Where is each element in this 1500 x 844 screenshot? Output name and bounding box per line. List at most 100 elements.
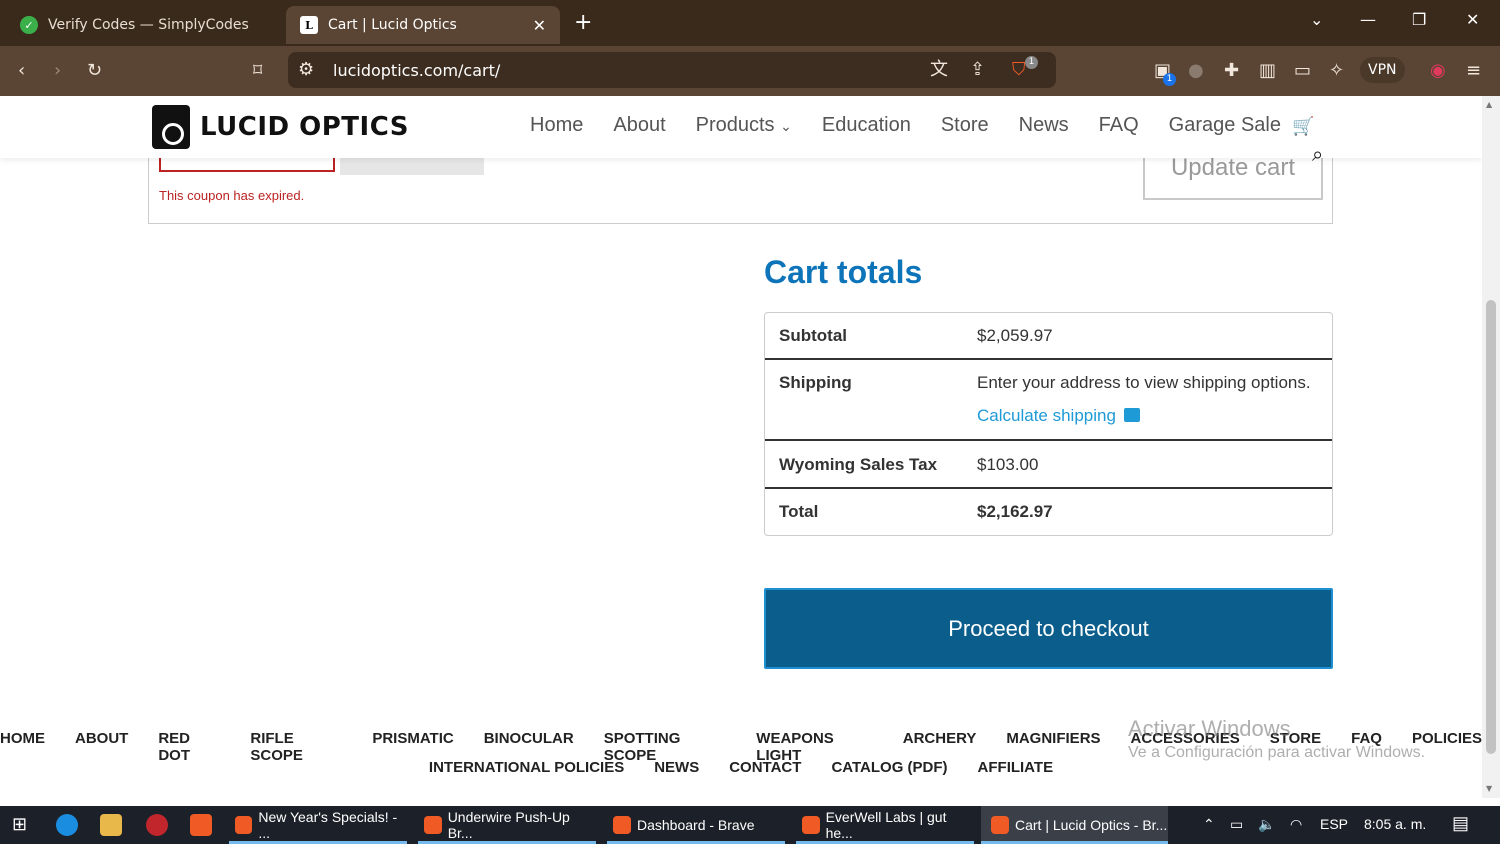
share-icon[interactable]: ⇪ bbox=[970, 58, 985, 82]
total-value: $2,162.97 bbox=[977, 502, 1053, 521]
address-bar[interactable]: ⚙ lucidoptics.com/cart/ 文 ⇪ ⛉ 1 bbox=[288, 52, 1056, 88]
browser-tab-strip: ✓ Verify Codes — SimplyCodes L Cart | Lu… bbox=[0, 0, 1500, 46]
footer-link[interactable]: AFFILIATE bbox=[978, 759, 1054, 776]
coupon-error-message: This coupon has expired. bbox=[159, 188, 305, 203]
subtotal-row: Subtotal $2,059.97 bbox=[765, 313, 1332, 360]
brave-icon bbox=[424, 816, 442, 834]
nav-store[interactable]: Store bbox=[941, 114, 989, 137]
total-row: Total $2,162.97 bbox=[765, 489, 1332, 535]
calculate-shipping-link[interactable]: Calculate shipping bbox=[977, 406, 1140, 426]
shipping-row: Shipping Enter your address to view ship… bbox=[765, 360, 1332, 441]
footer-link[interactable]: NEWS bbox=[654, 759, 699, 776]
lucid-logo-mark-icon bbox=[152, 105, 190, 149]
leo-ai-icon[interactable]: ✧ bbox=[1329, 59, 1344, 83]
taskbar-app-title: New Year's Specials! - ... bbox=[258, 809, 398, 841]
restore-icon[interactable]: ❐ bbox=[1412, 10, 1426, 29]
brave-icon bbox=[802, 816, 820, 834]
file-explorer-icon[interactable] bbox=[100, 814, 122, 836]
taskbar-app[interactable]: New Year's Specials! - ... bbox=[229, 806, 407, 844]
nav-garage-sale[interactable]: Garage Sale bbox=[1169, 114, 1281, 137]
close-tab-icon[interactable]: ✕ bbox=[533, 16, 546, 35]
page-scrollbar[interactable]: ▲ ▼ bbox=[1482, 96, 1500, 798]
truck-icon bbox=[1123, 408, 1140, 422]
nav-home[interactable]: Home bbox=[530, 114, 583, 137]
url-text[interactable]: lucidoptics.com/cart/ bbox=[333, 61, 500, 80]
windows-activation-watermark: Activar Windows Ve a Configuración para … bbox=[1128, 716, 1425, 762]
new-tab-icon[interactable]: + bbox=[574, 10, 592, 35]
cart-totals-heading: Cart totals bbox=[764, 254, 923, 290]
tray-chevron-icon[interactable]: ⌃ bbox=[1203, 816, 1215, 833]
nav-about[interactable]: About bbox=[613, 114, 665, 137]
nav-news[interactable]: News bbox=[1019, 114, 1069, 137]
tax-value: $103.00 bbox=[977, 455, 1039, 474]
tax-row: Wyoming Sales Tax $103.00 bbox=[765, 441, 1332, 489]
main-nav: Home About Products ⌄ Education Store Ne… bbox=[530, 114, 1281, 137]
subtotal-label: Subtotal bbox=[779, 326, 847, 345]
forward-icon[interactable]: › bbox=[54, 59, 61, 83]
taskbar-app-active[interactable]: Cart | Lucid Optics - Br... bbox=[981, 806, 1168, 844]
site-info-icon[interactable]: ⚙ bbox=[298, 58, 314, 82]
calculate-shipping-label: Calculate shipping bbox=[977, 406, 1116, 425]
wallet-icon[interactable]: ▭ bbox=[1294, 59, 1311, 83]
search-icon[interactable]: ⌕ bbox=[1312, 142, 1323, 166]
windows-start-icon[interactable]: ⊞ bbox=[12, 814, 27, 835]
taskbar-app[interactable]: EverWell Labs | gut he... bbox=[796, 806, 974, 844]
minimize-icon[interactable]: — bbox=[1360, 10, 1376, 29]
browser-toolbar: ‹ › ↻ ⌑ ⚙ lucidoptics.com/cart/ 文 ⇪ ⛉ 1 … bbox=[0, 46, 1500, 96]
shipping-label: Shipping bbox=[779, 373, 852, 392]
vpn-button[interactable]: VPN bbox=[1360, 57, 1405, 83]
reload-icon[interactable]: ↻ bbox=[87, 59, 102, 83]
language-indicator[interactable]: ESP bbox=[1320, 816, 1348, 832]
scroll-up-icon[interactable]: ▲ bbox=[1486, 100, 1492, 109]
scroll-down-icon[interactable]: ▼ bbox=[1486, 784, 1492, 793]
site-header: LUCID OPTICS Home About Products ⌄ Educa… bbox=[0, 96, 1482, 166]
taskbar-app[interactable]: Underwire Push-Up Br... bbox=[418, 806, 596, 844]
taskbar-app-title: Dashboard - Brave bbox=[637, 817, 755, 833]
volume-icon[interactable]: 🔈 bbox=[1258, 816, 1275, 833]
shield-count-badge: 1 bbox=[1025, 56, 1038, 69]
cart-totals-table: Subtotal $2,059.97 Shipping Enter your a… bbox=[764, 312, 1333, 536]
simplycodes-favicon-icon: ✓ bbox=[20, 16, 38, 34]
nav-education[interactable]: Education bbox=[822, 114, 911, 137]
translate-icon[interactable]: 文 bbox=[930, 58, 948, 82]
menu-icon[interactable]: ≡ bbox=[1466, 59, 1481, 83]
clock[interactable]: 8:05 a. m. bbox=[1364, 816, 1426, 832]
profile-avatar-icon[interactable]: ◉ bbox=[1430, 59, 1446, 83]
brave-icon bbox=[613, 816, 631, 834]
edge-icon[interactable] bbox=[56, 814, 78, 836]
site-logo[interactable]: LUCID OPTICS bbox=[152, 105, 409, 149]
brave-icon[interactable] bbox=[190, 814, 212, 836]
windows-taskbar: ⊞ New Year's Specials! - ... Underwire P… bbox=[0, 806, 1500, 844]
app-red-icon[interactable] bbox=[146, 814, 168, 836]
total-label: Total bbox=[779, 502, 819, 521]
bookmark-icon[interactable]: ⌑ bbox=[253, 59, 262, 83]
footer-link[interactable]: CONTACT bbox=[729, 759, 801, 776]
brave-icon bbox=[991, 816, 1009, 834]
extensions-puzzle-icon[interactable]: ✚ bbox=[1224, 59, 1239, 83]
back-icon[interactable]: ‹ bbox=[18, 59, 25, 83]
shipping-text: Enter your address to view shipping opti… bbox=[977, 373, 1311, 392]
tab-lucid-cart[interactable]: L Cart | Lucid Optics ✕ bbox=[286, 6, 560, 44]
nav-faq[interactable]: FAQ bbox=[1099, 114, 1139, 137]
subtotal-value: $2,059.97 bbox=[977, 326, 1053, 345]
nav-products[interactable]: Products ⌄ bbox=[696, 114, 792, 137]
tab-simplycodes[interactable]: ✓ Verify Codes — SimplyCodes bbox=[6, 6, 280, 44]
cart-icon[interactable]: 🛒 bbox=[1292, 116, 1314, 137]
assistant-icon[interactable]: ● bbox=[1188, 59, 1204, 83]
notifications-icon[interactable]: ▤ bbox=[1452, 813, 1469, 834]
brave-shield-icon[interactable]: ⛉ bbox=[1012, 58, 1026, 82]
taskbar-app-title: EverWell Labs | gut he... bbox=[825, 809, 947, 841]
proceed-to-checkout-button[interactable]: Proceed to checkout bbox=[764, 588, 1333, 669]
footer-link[interactable]: INTERNATIONAL POLICIES bbox=[429, 759, 624, 776]
close-window-icon[interactable]: ✕ bbox=[1466, 10, 1479, 29]
tab-title: Verify Codes — SimplyCodes bbox=[48, 17, 249, 33]
brave-icon bbox=[235, 816, 253, 834]
tab-search-chevron-icon[interactable]: ⌄ bbox=[1310, 10, 1323, 29]
battery-icon[interactable]: ▭ bbox=[1230, 816, 1243, 833]
scrollbar-thumb[interactable] bbox=[1486, 300, 1496, 754]
wifi-icon[interactable]: ◠ bbox=[1290, 816, 1302, 833]
taskbar-app[interactable]: Dashboard - Brave bbox=[607, 806, 785, 844]
footer-link[interactable]: CATALOG (PDF) bbox=[831, 759, 947, 776]
nav-products-label: Products bbox=[695, 114, 775, 136]
sidebar-icon[interactable]: ▥ bbox=[1259, 59, 1276, 83]
